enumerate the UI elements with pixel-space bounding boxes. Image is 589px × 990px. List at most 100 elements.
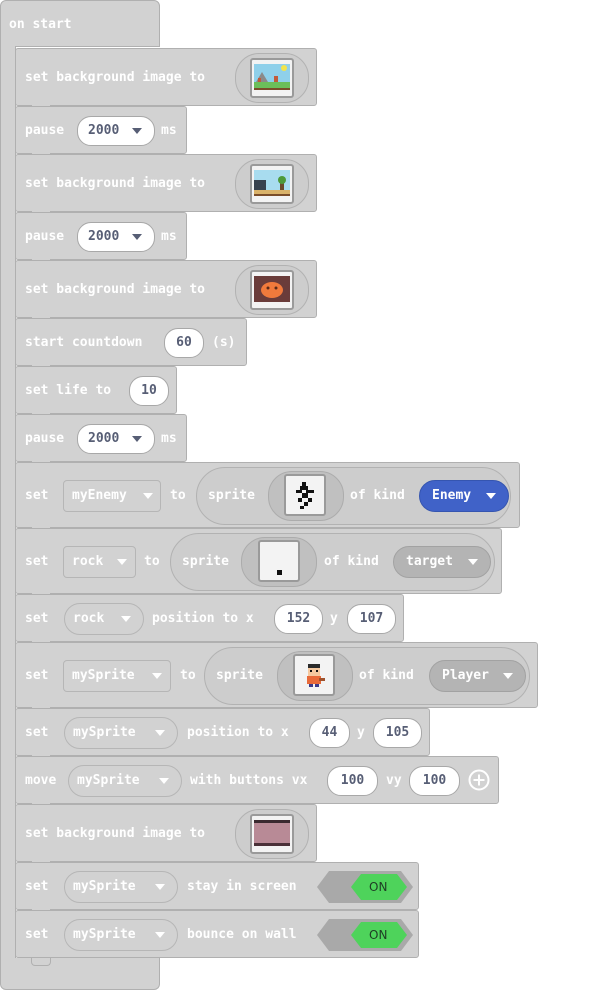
set-bg-label: set background image to	[25, 826, 206, 841]
pause-label: pause	[25, 431, 65, 446]
set-background-block-1[interactable]: set background image to	[15, 48, 317, 106]
ms-label: ms	[161, 431, 177, 446]
rock-variable-dropdown[interactable]: rock	[64, 603, 144, 635]
background-image-thumbnail[interactable]	[250, 814, 294, 854]
with-buttons-vx-label: with buttons vx	[190, 773, 308, 788]
variable-name: mySprite	[77, 773, 140, 788]
vy-label: vy	[386, 773, 402, 788]
pause-duration-dropdown[interactable]: 2000	[77, 116, 155, 146]
set-label: set	[25, 927, 49, 942]
variable-name: mySprite	[73, 879, 136, 894]
background-image-thumbnail[interactable]	[250, 58, 294, 98]
variable-name: rock	[72, 554, 104, 569]
set-background-block-4[interactable]: set background image to	[15, 804, 317, 862]
chevron-down-icon	[503, 673, 513, 679]
stay-in-screen-toggle[interactable]: ON	[317, 871, 413, 903]
bounce-on-wall-toggle[interactable]: ON	[317, 919, 413, 951]
chevron-down-icon	[117, 559, 127, 565]
life-value-input[interactable]: 10	[129, 376, 169, 406]
position-to-x-label: position to x	[187, 725, 289, 740]
background-image-thumbnail[interactable]	[250, 270, 294, 310]
set-rock-position-block[interactable]: set rock position to x 152 y 107	[15, 594, 404, 642]
start-countdown-block[interactable]: start countdown 60 (s)	[15, 318, 247, 366]
chevron-down-icon	[155, 932, 165, 938]
set-stay-in-screen-block[interactable]: set mySprite stay in screen ON	[15, 862, 419, 910]
pause-block-3[interactable]: pause 2000 ms	[15, 414, 187, 462]
y-value-input[interactable]: 105	[373, 718, 422, 748]
plus-circle-icon[interactable]	[468, 769, 490, 791]
rock-sprite-thumbnail[interactable]	[258, 540, 300, 582]
vx-value-input[interactable]: 100	[327, 766, 378, 796]
vx-value: 100	[340, 773, 365, 788]
pause-block-2[interactable]: pause 2000 ms	[15, 212, 187, 260]
set-label: set	[25, 879, 49, 894]
x-value-input[interactable]: 44	[309, 718, 350, 748]
y-value: 105	[385, 725, 410, 740]
set-label: set	[25, 725, 49, 740]
set-my-sprite-position-block[interactable]: set mySprite position to x 44 y 105	[15, 708, 430, 756]
seconds-unit-label: (s)	[212, 335, 236, 350]
chevron-down-icon	[486, 493, 496, 499]
pause-label: pause	[25, 229, 65, 244]
pause-duration-dropdown[interactable]: 2000	[77, 424, 155, 454]
variable-name: mySprite	[73, 725, 136, 740]
countdown-value: 60	[176, 335, 192, 350]
chevron-down-icon	[468, 559, 478, 565]
sprite-label: sprite	[182, 554, 229, 569]
on-start-hat-block[interactable]: on start	[0, 0, 160, 47]
on-start-label: on start	[9, 17, 72, 32]
footer-notch	[31, 958, 51, 966]
chevron-down-icon	[155, 730, 165, 736]
y-label: y	[357, 725, 365, 740]
kind-name: Enemy	[432, 488, 472, 503]
set-background-block-2[interactable]: set background image to	[15, 154, 317, 212]
move-label: move	[25, 773, 57, 788]
x-value: 152	[286, 611, 311, 626]
background-image-thumbnail[interactable]	[250, 164, 294, 204]
of-kind-label: of kind	[324, 554, 379, 569]
chevron-down-icon	[132, 436, 142, 442]
set-label: set	[25, 488, 49, 503]
player-sprite-thumbnail[interactable]	[293, 654, 335, 696]
chevron-down-icon	[155, 884, 165, 890]
countdown-seconds-input[interactable]: 60	[164, 328, 204, 358]
set-life-block[interactable]: set life to 10	[15, 366, 177, 414]
set-label: set	[25, 554, 49, 569]
kind-name: Player	[442, 668, 489, 683]
pause-duration-value: 2000	[88, 229, 120, 244]
y-value: 107	[359, 611, 384, 626]
chevron-down-icon	[132, 234, 142, 240]
to-label: to	[180, 668, 196, 683]
chevron-down-icon	[132, 128, 142, 134]
sprite-label: sprite	[216, 668, 263, 683]
on-start-spine	[0, 46, 16, 960]
chevron-down-icon	[152, 673, 162, 679]
y-value-input[interactable]: 107	[347, 604, 396, 634]
set-rock-block[interactable]: set rock to sprite of kind target	[15, 528, 502, 594]
variable-name: mySprite	[73, 927, 136, 942]
vy-value: 100	[422, 773, 447, 788]
vy-value-input[interactable]: 100	[409, 766, 460, 796]
set-bounce-on-wall-block[interactable]: set mySprite bounce on wall ON	[15, 910, 419, 958]
pause-duration-dropdown[interactable]: 2000	[77, 222, 155, 252]
set-my-enemy-block[interactable]: set myEnemy to sprite of kind Enemy	[15, 462, 520, 528]
chevron-down-icon	[159, 778, 169, 784]
set-background-block-3[interactable]: set background image to	[15, 260, 317, 318]
toggle-on-label: ON	[369, 880, 388, 894]
sprite-label: sprite	[208, 488, 255, 503]
pause-block-1[interactable]: pause 2000 ms	[15, 106, 187, 154]
x-value: 44	[321, 725, 338, 740]
stay-in-screen-label: stay in screen	[187, 879, 297, 894]
x-value-input[interactable]: 152	[274, 604, 323, 634]
pause-duration-value: 2000	[88, 431, 120, 446]
move-with-buttons-block[interactable]: move mySprite with buttons vx 100 vy 100	[15, 756, 499, 804]
variable-name: myEnemy	[72, 488, 127, 503]
set-bg-label: set background image to	[25, 176, 206, 191]
pause-duration-value: 2000	[88, 123, 120, 138]
enemy-sprite-thumbnail[interactable]	[284, 474, 326, 516]
chevron-down-icon	[121, 616, 131, 622]
start-countdown-label: start countdown	[25, 335, 143, 350]
set-my-sprite-block[interactable]: set mySprite to sprite of kind Player	[15, 642, 538, 708]
variable-name: rock	[73, 611, 105, 626]
position-to-x-label: position to x	[152, 611, 254, 626]
